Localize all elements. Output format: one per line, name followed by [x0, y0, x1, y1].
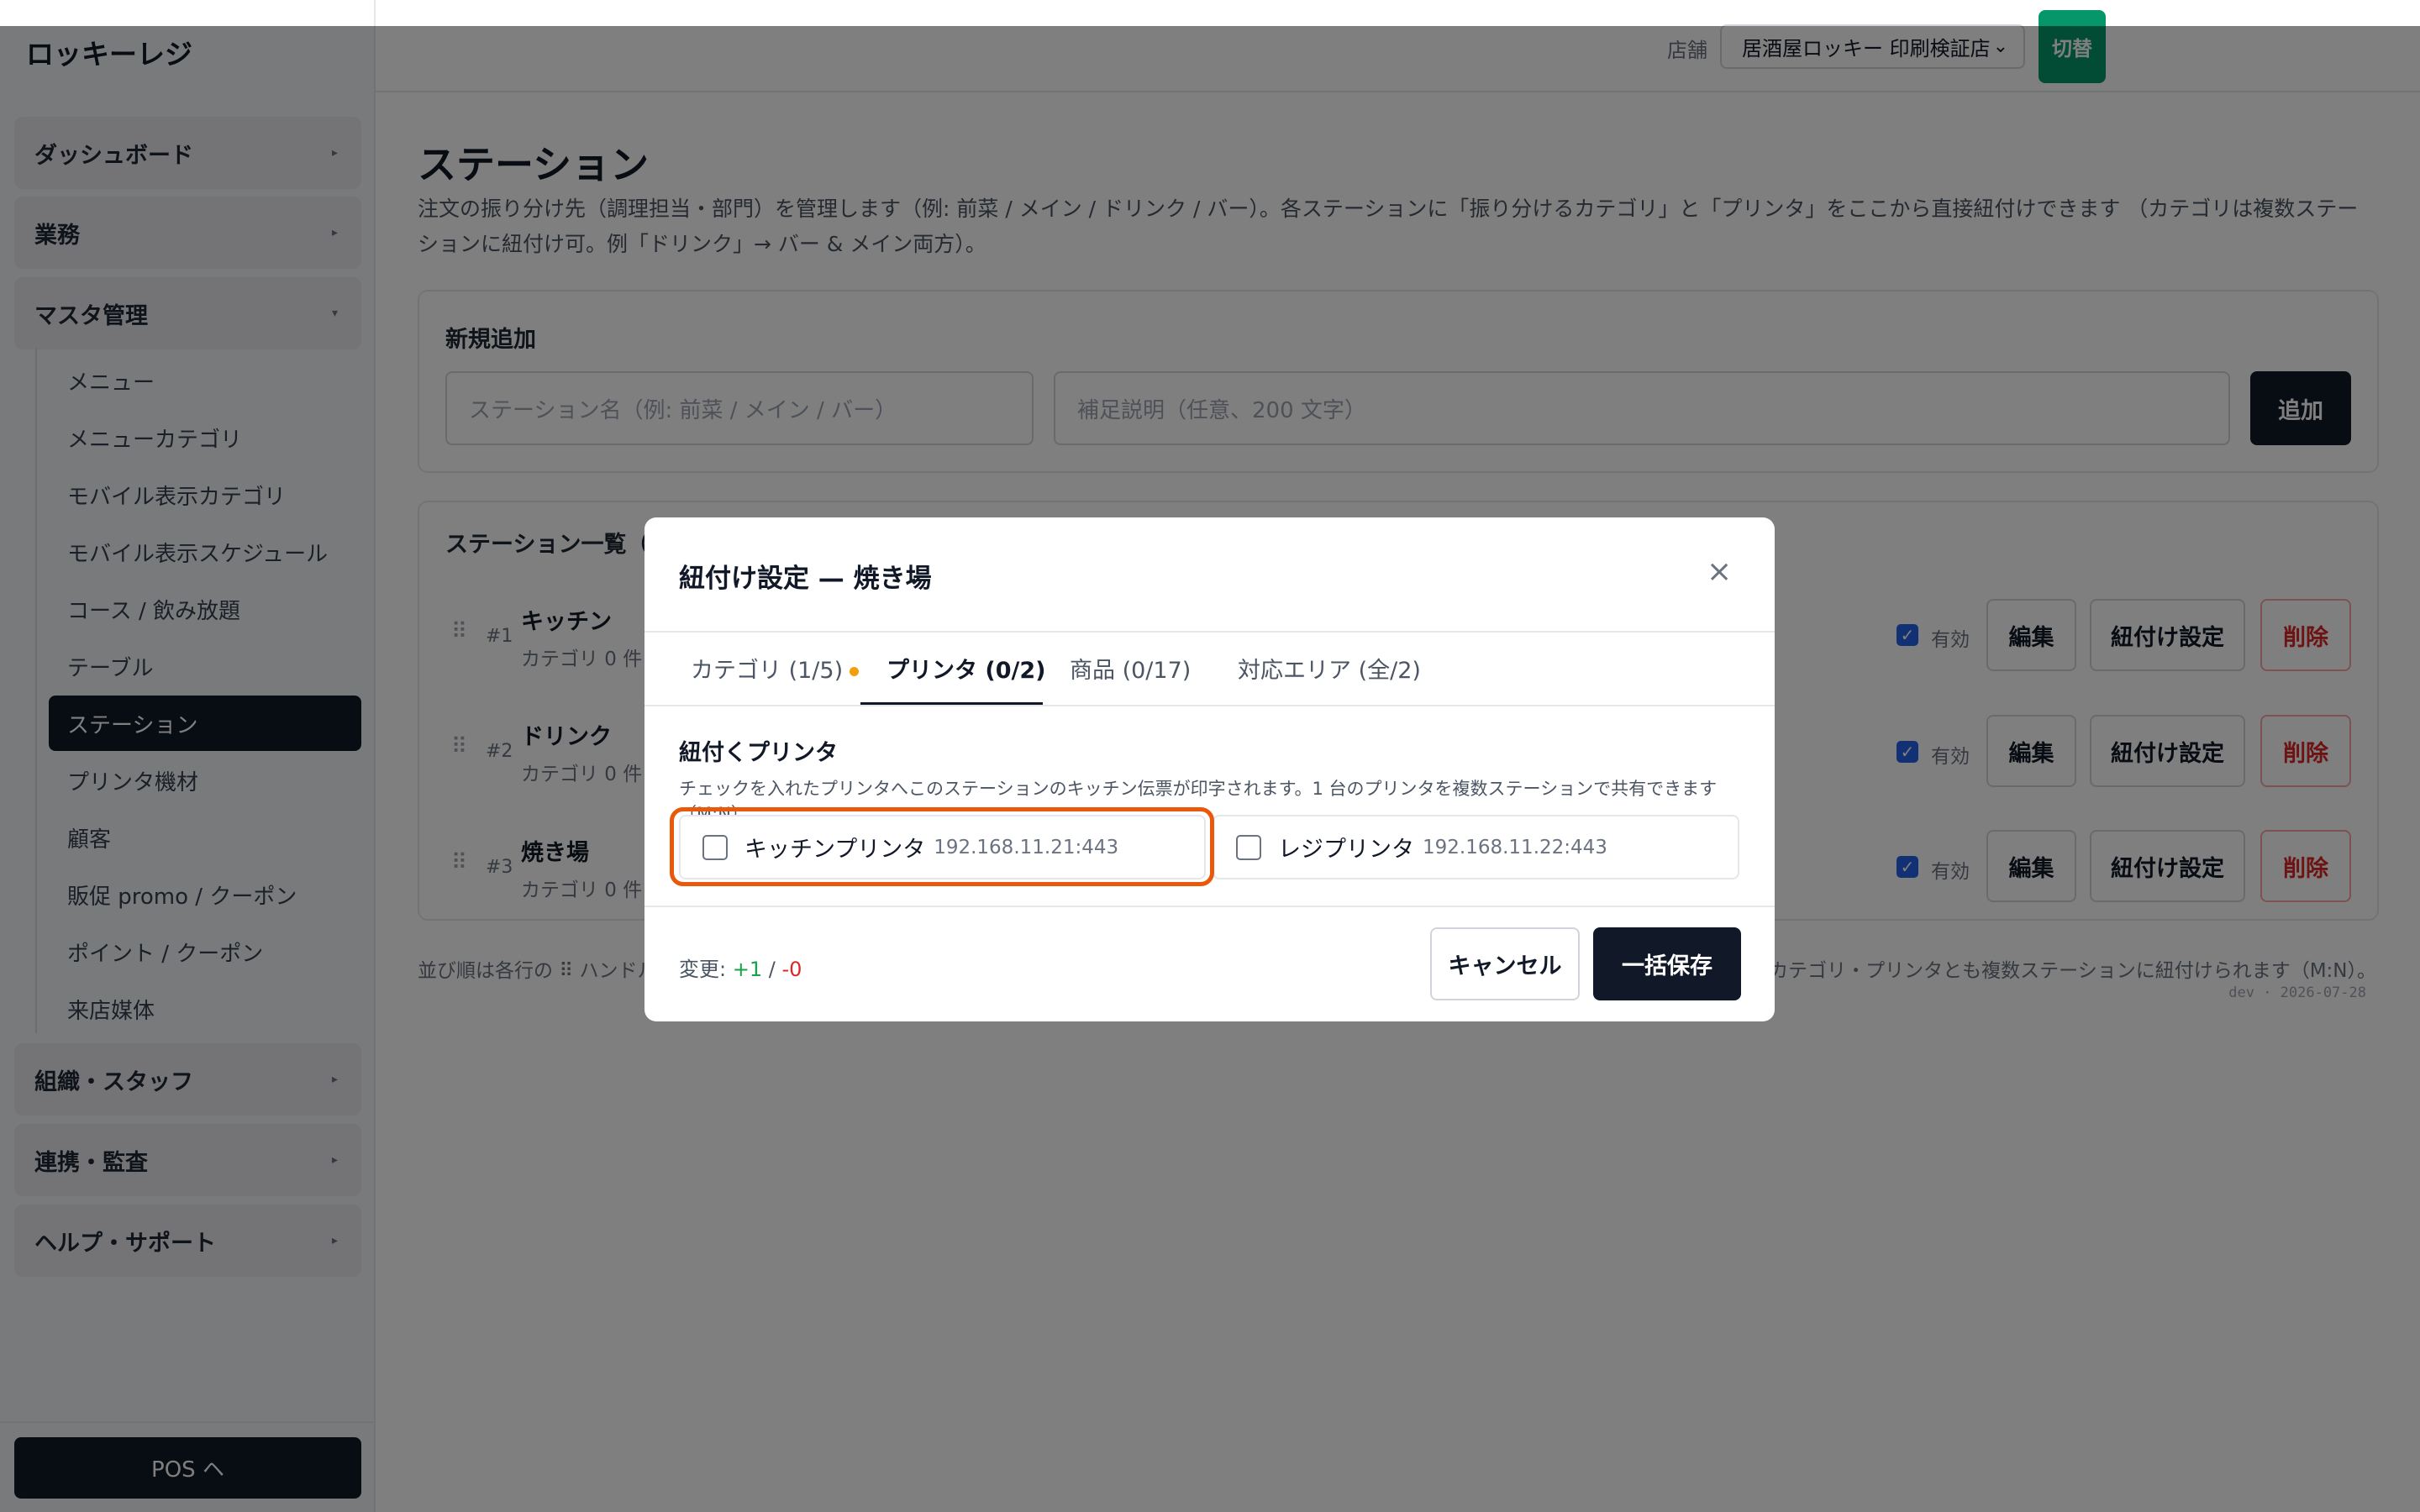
divider — [644, 631, 1775, 633]
bulk-save-button[interactable]: 一括保存 — [1593, 927, 1741, 1000]
tab-label: カテゴリ (1/5) — [691, 658, 844, 684]
tab-category[interactable]: カテゴリ (1/5) — [691, 652, 860, 685]
close-icon[interactable]: × — [1707, 554, 1732, 589]
link-settings-modal: 紐付け設定 — 焼き場 × カテゴリ (1/5) プリンタ (0/2) 商品 (… — [644, 517, 1775, 1021]
cancel-button[interactable]: キャンセル — [1430, 927, 1580, 1000]
printer-name: レジプリンタ — [1278, 837, 1414, 863]
changes-label: 変更: — [679, 958, 727, 981]
change-summary: 変更: +1 / -0 — [679, 953, 802, 982]
printer-checkbox[interactable] — [1236, 834, 1261, 860]
changes-separator: / — [768, 958, 776, 981]
divider — [644, 705, 1775, 706]
printer-ip: 192.168.11.22:443 — [1423, 836, 1607, 858]
tab-printer[interactable]: プリンタ (0/2) — [886, 652, 1046, 685]
tab-product[interactable]: 商品 (0/17) — [1070, 652, 1191, 685]
divider — [644, 906, 1775, 907]
changes-removed: -0 — [781, 958, 802, 981]
printer-option-register[interactable]: レジプリンタ 192.168.11.22:443 — [1213, 815, 1739, 879]
unsaved-dot-icon — [850, 667, 860, 676]
focus-highlight — [670, 807, 1214, 886]
modal-title: 紐付け設定 — 焼き場 — [679, 564, 932, 594]
section-title: 紐付くプリンタ — [679, 740, 838, 766]
tab-area[interactable]: 対応エリア (全/2) — [1238, 652, 1421, 685]
changes-added: +1 — [732, 958, 763, 981]
